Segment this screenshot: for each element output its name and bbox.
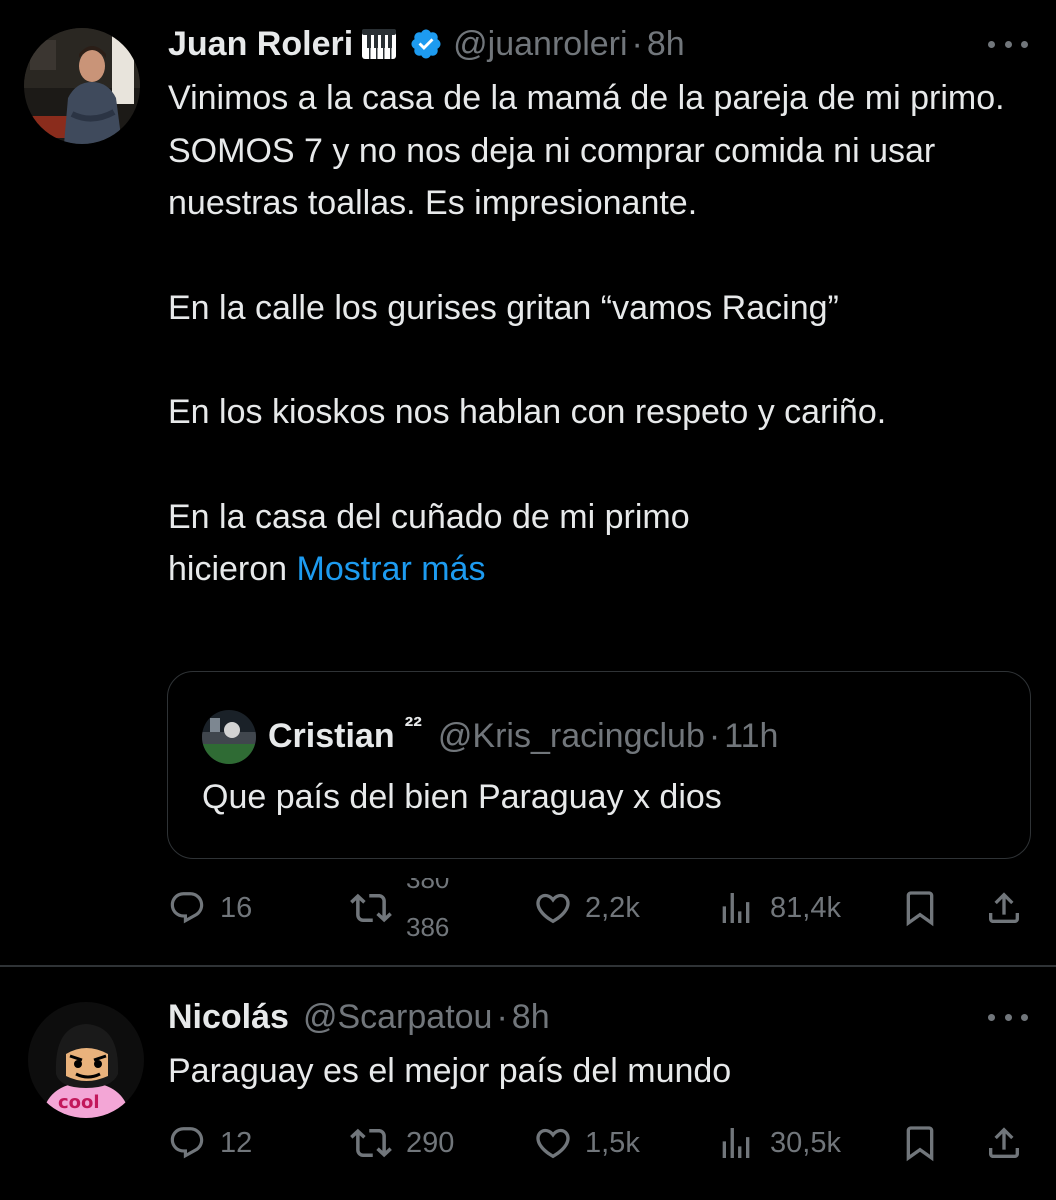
quoted-header: Cristian ²² @Kris_racingclub · 11h [268, 710, 778, 758]
like-icon [536, 1128, 570, 1159]
verified-icon[interactable] [409, 27, 443, 61]
views-count: 81,4k [770, 891, 841, 924]
retweet-count-rolling: 380 386 [406, 878, 466, 938]
tweet-nicolas[interactable]: cool Nicolás @Scarpatou · 8h Paraguay es… [0, 967, 1056, 1200]
reply-icon [170, 1127, 204, 1159]
reply-count: 12 [220, 1126, 253, 1159]
views-icon [722, 893, 750, 923]
tweet-paragraph: En la casa del cuñado de mi primo [168, 497, 690, 536]
avatar-badge-text: cool [58, 1092, 100, 1113]
tweet-paragraph: Paraguay es el mejor país del mundo [168, 1052, 732, 1090]
bookmark-icon [906, 891, 934, 927]
tweet-time[interactable]: 8h [512, 998, 550, 1037]
quoted-author-name[interactable]: Cristian [268, 717, 395, 756]
author-name[interactable]: Nicolás [168, 998, 289, 1037]
tweet-header: Juan Roleri @juanroleri · 8h [168, 22, 685, 66]
like-count: 2,2k [585, 891, 640, 924]
tweet-paragraph: Vinimos a la casa de la mamá de la parej… [168, 79, 1005, 222]
author-handle[interactable]: @juanroleri [453, 25, 627, 64]
bookmark-button[interactable] [900, 1113, 940, 1173]
tweet-time[interactable]: 8h [647, 25, 685, 64]
piano-emoji-icon [361, 26, 397, 62]
dot-separator: · [496, 997, 508, 1036]
tweet-paragraph: En la calle los gurises gritan “vamos Ra… [168, 288, 839, 327]
retweet-button[interactable]: 380 386 [350, 878, 466, 938]
views-button[interactable]: 81,4k [716, 878, 841, 938]
tweet-paragraph: En los kioskos nos hablan con respeto y … [168, 393, 887, 431]
quoted-text: Que país del bien Paraguay x dios [202, 778, 722, 816]
retweet-count-old: 380 [406, 878, 450, 894]
like-count: 1,5k [585, 1126, 640, 1159]
tweet-juan-roleri[interactable]: Juan Roleri @juanroleri · 8h Vinimos a l… [0, 0, 1056, 966]
quoted-author-handle[interactable]: @Kris_racingclub [438, 717, 705, 756]
retweet-button[interactable]: 290 [350, 1113, 454, 1173]
tweet-text: Vinimos a la casa de la mamá de la parej… [168, 72, 1038, 596]
like-icon [536, 893, 570, 924]
tweet-text: Paraguay es el mejor país del mundo [168, 1045, 1038, 1098]
views-count: 30,5k [770, 1126, 841, 1159]
tweet-last-line: hicieron Mostrar más [168, 543, 1038, 596]
share-icon [989, 1127, 1019, 1158]
like-button[interactable]: 1,5k [533, 1113, 640, 1173]
quoted-time[interactable]: 11h [724, 717, 778, 756]
tweet-actions: 12 290 1,5k 30,5k [0, 1113, 1056, 1173]
reply-button[interactable]: 16 [168, 878, 252, 938]
author-handle[interactable]: @Scarpatou [303, 998, 493, 1037]
dot-separator: · [708, 716, 721, 755]
avatar[interactable] [24, 28, 140, 144]
quoted-avatar[interactable] [202, 710, 256, 764]
share-button[interactable] [984, 878, 1024, 938]
retweet-icon [350, 893, 392, 923]
retweet-icon [350, 1128, 392, 1158]
bookmark-icon [906, 1126, 934, 1162]
more-icon[interactable] [988, 38, 1028, 50]
avatar-photo [24, 28, 140, 144]
tweet-truncated-text: hicieron [168, 550, 288, 588]
tweet-header: Nicolás @Scarpatou · 8h [168, 995, 550, 1039]
avatar[interactable]: cool [28, 1002, 144, 1118]
dot-separator: · [631, 24, 643, 63]
like-button[interactable]: 2,2k [533, 878, 640, 938]
share-icon [989, 892, 1019, 923]
quoted-tweet[interactable]: Cristian ²² @Kris_racingclub · 11h Que p… [167, 671, 1031, 859]
tweet-actions: 16 380 386 2,2k 81,4k [0, 878, 1056, 938]
share-button[interactable] [984, 1113, 1024, 1173]
author-name[interactable]: Juan Roleri [168, 25, 353, 64]
reply-button[interactable]: 12 [168, 1113, 252, 1173]
avatar-cartoon: cool [28, 1002, 144, 1118]
quoted-avatar-photo [202, 710, 256, 764]
show-more-link[interactable]: Mostrar más [297, 550, 486, 588]
more-icon[interactable] [988, 1011, 1028, 1023]
reply-icon [170, 892, 204, 924]
views-button[interactable]: 30,5k [716, 1113, 841, 1173]
reply-count: 16 [220, 891, 253, 924]
bookmark-button[interactable] [900, 878, 940, 938]
views-icon [722, 1128, 750, 1158]
retweet-count: 290 [406, 1126, 455, 1159]
retweet-count-new: 386 [406, 912, 450, 938]
quoted-name-suffix: ²² [404, 710, 422, 741]
